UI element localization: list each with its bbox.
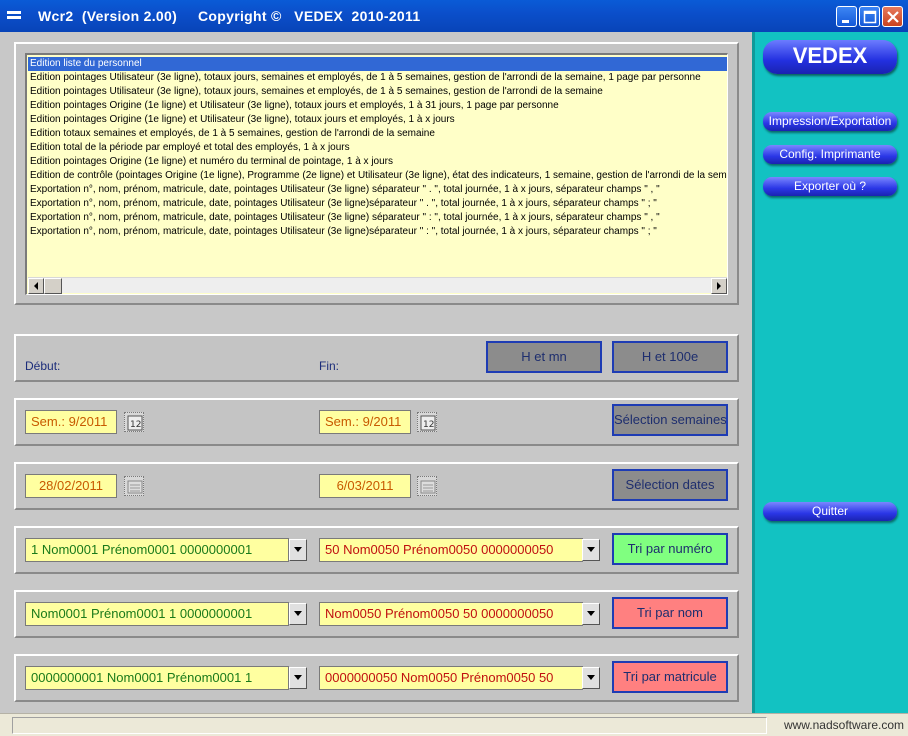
report-list-items: Edition liste du personnel Edition pointa… [28, 57, 727, 239]
scroll-thumb[interactable] [44, 278, 62, 294]
hours-hundredths-button[interactable]: H et 100e [612, 341, 728, 373]
chevron-down-icon [294, 611, 302, 616]
system-menu-icon[interactable] [7, 9, 21, 21]
start-employee-number-dropdown[interactable] [289, 539, 307, 561]
action-sidebar: VEDEX Impression/Exportation Config. Imp… [752, 32, 908, 713]
arrow-right-icon [717, 282, 721, 290]
start-week-field[interactable]: Sem.: 9/2011 [25, 410, 117, 434]
calendar-icon [420, 480, 436, 494]
horizontal-scrollbar[interactable] [28, 277, 727, 294]
list-item[interactable]: Edition pointages Origine (1e ligne) et … [28, 99, 727, 113]
list-item[interactable]: Edition pointages Utilisateur (3e ligne)… [28, 71, 727, 85]
period-panel: Début: Fin: H et mn H et 100e [14, 334, 739, 382]
end-employee-matricule-dropdown[interactable] [582, 667, 600, 689]
title-bar: Wcr2 (Version 2.00) Copyright © VEDEX 20… [0, 0, 908, 32]
end-employee-name-dropdown[interactable] [582, 603, 600, 625]
print-export-button[interactable]: Impression/Exportation [763, 112, 897, 131]
end-employee-by-name[interactable]: Nom0050 Prénom0050 50 0000000050 [319, 602, 583, 626]
vedex-logo: VEDEX [763, 40, 897, 74]
status-bar: www.nadsoftware.com [0, 713, 908, 736]
scroll-left-button[interactable] [28, 278, 44, 294]
start-employee-matricule-dropdown[interactable] [289, 667, 307, 689]
dates-panel: 28/02/2011 6/03/2011 Sélection dates [14, 462, 739, 510]
week-calendar-icon: 12 [127, 415, 143, 431]
start-employee-by-matricule[interactable]: 0000000001 Nom0001 Prénom0001 1 [25, 666, 289, 690]
list-item[interactable]: Edition pointages Origine (1e ligne) et … [28, 113, 727, 127]
minimize-button[interactable] [836, 6, 857, 27]
end-date-field[interactable]: 6/03/2011 [319, 474, 411, 498]
week-calendar-icon: 12 [420, 415, 436, 431]
sort-by-name-button[interactable]: Tri par nom [612, 597, 728, 629]
report-listbox[interactable]: Edition liste du personnel Edition pointa… [25, 53, 728, 295]
hours-minutes-button[interactable]: H et mn [486, 341, 602, 373]
select-weeks-button[interactable]: Sélection semaines [612, 404, 728, 436]
close-icon [887, 11, 899, 23]
start-employee-name-dropdown[interactable] [289, 603, 307, 625]
status-pane [12, 717, 767, 734]
sort-matricule-panel: 0000000001 Nom0001 Prénom0001 1 00000000… [14, 654, 739, 702]
maximize-button[interactable] [859, 6, 880, 27]
printer-config-button[interactable]: Config. Imprimante [763, 145, 897, 164]
list-item[interactable]: Exportation n°, nom, prénom, matricule, … [28, 211, 727, 225]
sort-by-matricule-button[interactable]: Tri par matricule [612, 661, 728, 693]
chevron-down-icon [587, 611, 595, 616]
report-list-panel: Edition liste du personnel Edition pointa… [14, 42, 739, 305]
list-item[interactable]: Exportation n°, nom, prénom, matricule, … [28, 183, 727, 197]
list-item[interactable]: Edition pointages Utilisateur (3e ligne)… [28, 85, 727, 99]
list-item[interactable]: Edition totaux semaines et employés, de … [28, 127, 727, 141]
sort-name-panel: Nom0001 Prénom0001 1 0000000001 Nom0050 … [14, 590, 739, 638]
end-week-picker-button[interactable]: 12 [417, 412, 437, 432]
end-week-field[interactable]: Sem.: 9/2011 [319, 410, 411, 434]
export-where-button[interactable]: Exporter où ? [763, 177, 897, 196]
list-item[interactable]: Edition liste du personnel [28, 57, 727, 71]
list-item[interactable]: Edition pointages Origine (1e ligne) et … [28, 155, 727, 169]
weeks-panel: Sem.: 9/2011 12 Sem.: 9/2011 12 Sélectio… [14, 398, 739, 446]
main-area: Edition liste du personnel Edition pointa… [0, 32, 752, 713]
chevron-down-icon [587, 675, 595, 680]
start-label: Début: [25, 359, 61, 373]
chevron-down-icon [294, 547, 302, 552]
sort-number-panel: 1 Nom0001 Prénom0001 0000000001 50 Nom00… [14, 526, 739, 574]
scroll-right-button[interactable] [711, 278, 727, 294]
minimize-icon [842, 20, 849, 23]
sort-by-number-button[interactable]: Tri par numéro [612, 533, 728, 565]
window-title: Wcr2 (Version 2.00) Copyright © VEDEX 20… [38, 8, 421, 24]
end-label: Fin: [319, 359, 340, 373]
end-date-picker-button[interactable] [417, 476, 437, 496]
start-employee-by-number[interactable]: 1 Nom0001 Prénom0001 0000000001 [25, 538, 289, 562]
svg-text:12: 12 [130, 420, 141, 430]
list-item[interactable]: Edition de contrôle (pointages Origine (… [28, 169, 727, 183]
end-employee-number-dropdown[interactable] [582, 539, 600, 561]
arrow-left-icon [34, 282, 38, 290]
status-url: www.nadsoftware.com [783, 718, 904, 732]
quit-button[interactable]: Quitter [763, 502, 897, 521]
start-date-picker-button[interactable] [124, 476, 144, 496]
start-week-picker-button[interactable]: 12 [124, 412, 144, 432]
list-item[interactable]: Exportation n°, nom, prénom, matricule, … [28, 197, 727, 211]
svg-text:12: 12 [423, 420, 434, 430]
chevron-down-icon [587, 547, 595, 552]
start-date-field[interactable]: 28/02/2011 [25, 474, 117, 498]
close-button[interactable] [882, 6, 903, 27]
start-employee-by-name[interactable]: Nom0001 Prénom0001 1 0000000001 [25, 602, 289, 626]
end-employee-by-matricule[interactable]: 0000000050 Nom0050 Prénom0050 50 [319, 666, 583, 690]
maximize-icon [863, 10, 877, 24]
end-employee-by-number[interactable]: 50 Nom0050 Prénom0050 0000000050 [319, 538, 583, 562]
calendar-icon [127, 480, 143, 494]
list-item[interactable]: Edition total de la période par employé … [28, 141, 727, 155]
list-item[interactable]: Exportation n°, nom, prénom, matricule, … [28, 225, 727, 239]
select-dates-button[interactable]: Sélection dates [612, 469, 728, 501]
chevron-down-icon [294, 675, 302, 680]
